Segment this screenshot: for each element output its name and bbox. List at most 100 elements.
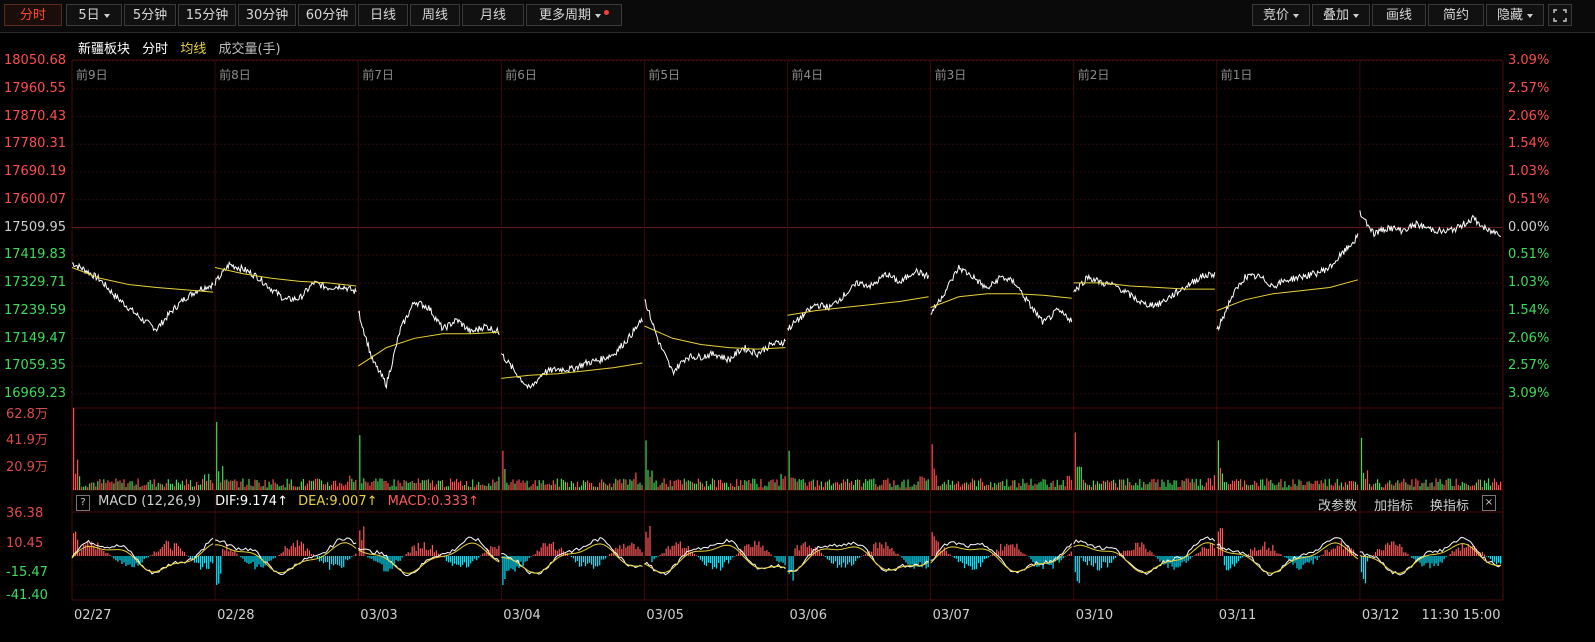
volume-bar: [1356, 484, 1359, 490]
macd-bar: [1020, 552, 1022, 556]
macd-bar: [1274, 550, 1276, 556]
macd-bar: [697, 556, 699, 558]
macd-bar: [792, 556, 794, 581]
macd-bar: [244, 556, 246, 562]
volume-bar: [651, 470, 653, 490]
volume-bar: [814, 486, 816, 490]
macd-bar: [1387, 542, 1389, 556]
macd-bar: [1334, 548, 1336, 556]
volume-bar: [1109, 482, 1111, 490]
macd-bar: [599, 556, 601, 566]
day-label: 前7日: [362, 68, 394, 82]
volume-bar: [921, 476, 923, 490]
volume-bar: [1500, 481, 1502, 490]
volume-bar: [635, 472, 637, 490]
volume-bar: [403, 480, 405, 490]
volume-bar: [266, 487, 268, 490]
macd-bar: [911, 556, 913, 565]
volume-bar: [1493, 478, 1496, 490]
volume-bar: [804, 482, 806, 490]
volume-bar: [867, 481, 869, 490]
volume-bar: [810, 480, 812, 490]
volume-bar: [95, 486, 97, 490]
macd-bar: [329, 556, 331, 570]
volume-bar: [1449, 478, 1451, 490]
volume-bar: [121, 482, 123, 490]
volume-bar: [480, 485, 482, 490]
volume-bar: [1211, 485, 1213, 490]
volume-bar: [689, 481, 691, 490]
macd-bar: [762, 545, 764, 556]
macd-bar: [758, 541, 760, 556]
macd-bar: [718, 556, 720, 563]
volume-bar: [782, 478, 784, 490]
macd-bar: [466, 556, 468, 568]
volume-bar: [1296, 485, 1298, 490]
volume-bar: [1223, 482, 1225, 490]
volume-bar: [101, 483, 103, 490]
volume-bar: [308, 480, 310, 490]
macd-bar: [657, 556, 659, 557]
macd-bar: [401, 556, 403, 558]
switch-indicator-button[interactable]: 换指标: [1430, 495, 1469, 514]
macd-bar: [778, 556, 780, 563]
volume-bar: [1183, 481, 1185, 490]
volume-bar: [449, 478, 452, 490]
macd-bar: [1074, 556, 1076, 573]
volume-bar: [1167, 479, 1169, 490]
macd-bar: [756, 545, 758, 556]
volume-bar: [409, 482, 411, 490]
macd-bar: [200, 556, 202, 570]
volume-bar: [883, 480, 885, 490]
macd-bar: [216, 556, 218, 585]
macd-bar: [889, 549, 891, 556]
macd-bar: [699, 556, 701, 560]
volume-bar: [397, 480, 399, 490]
volume-bar: [544, 484, 546, 490]
macd-bar: [1109, 556, 1111, 563]
macd-bar: [411, 546, 413, 556]
help-icon[interactable]: ?: [76, 495, 90, 511]
volume-bar: [107, 480, 109, 490]
volume-bar: [1187, 478, 1189, 490]
macd-bar: [77, 539, 79, 556]
macd-bar: [1445, 556, 1447, 557]
volume-bar: [77, 459, 79, 490]
macd-bar: [113, 556, 115, 559]
volume-bar: [415, 483, 417, 490]
volume-bar: [701, 483, 703, 490]
price-axis-label: 17960.55: [4, 80, 67, 96]
volume-bar: [641, 484, 643, 490]
macd-bar: [1362, 556, 1365, 579]
macd-bar: [468, 556, 470, 567]
macd-bar: [339, 556, 341, 566]
volume-bar: [851, 481, 853, 490]
macd-bar: [574, 556, 577, 563]
volume-bar: [1342, 486, 1344, 490]
volume-bar: [1080, 467, 1082, 490]
volume-bar: [730, 483, 732, 490]
macd-bar: [1094, 556, 1097, 564]
add-indicator-button[interactable]: 加指标: [1374, 495, 1413, 514]
macd-bar: [913, 556, 915, 569]
volume-bar: [1004, 486, 1006, 490]
volume-bar: [1139, 479, 1141, 490]
volume-bar: [300, 481, 302, 490]
macd-bar: [879, 542, 881, 556]
macd-bar: [310, 554, 312, 556]
macd-bar: [95, 549, 97, 556]
edit-params-button[interactable]: 改参数: [1318, 495, 1357, 514]
macd-bar: [528, 556, 530, 558]
macd-bar: [1310, 556, 1312, 561]
day-label: 前4日: [791, 68, 824, 82]
macd-bar: [593, 556, 595, 569]
close-indicator-button[interactable]: ×: [1482, 494, 1500, 511]
volume-bar: [1060, 484, 1062, 490]
volume-bar: [1375, 483, 1377, 490]
macd-bar: [153, 551, 155, 556]
volume-bar: [1046, 484, 1048, 490]
macd-bar: [587, 556, 589, 564]
volume-bar: [724, 482, 726, 490]
volume-bar: [1465, 483, 1467, 490]
day-label: 前8日: [219, 68, 251, 82]
